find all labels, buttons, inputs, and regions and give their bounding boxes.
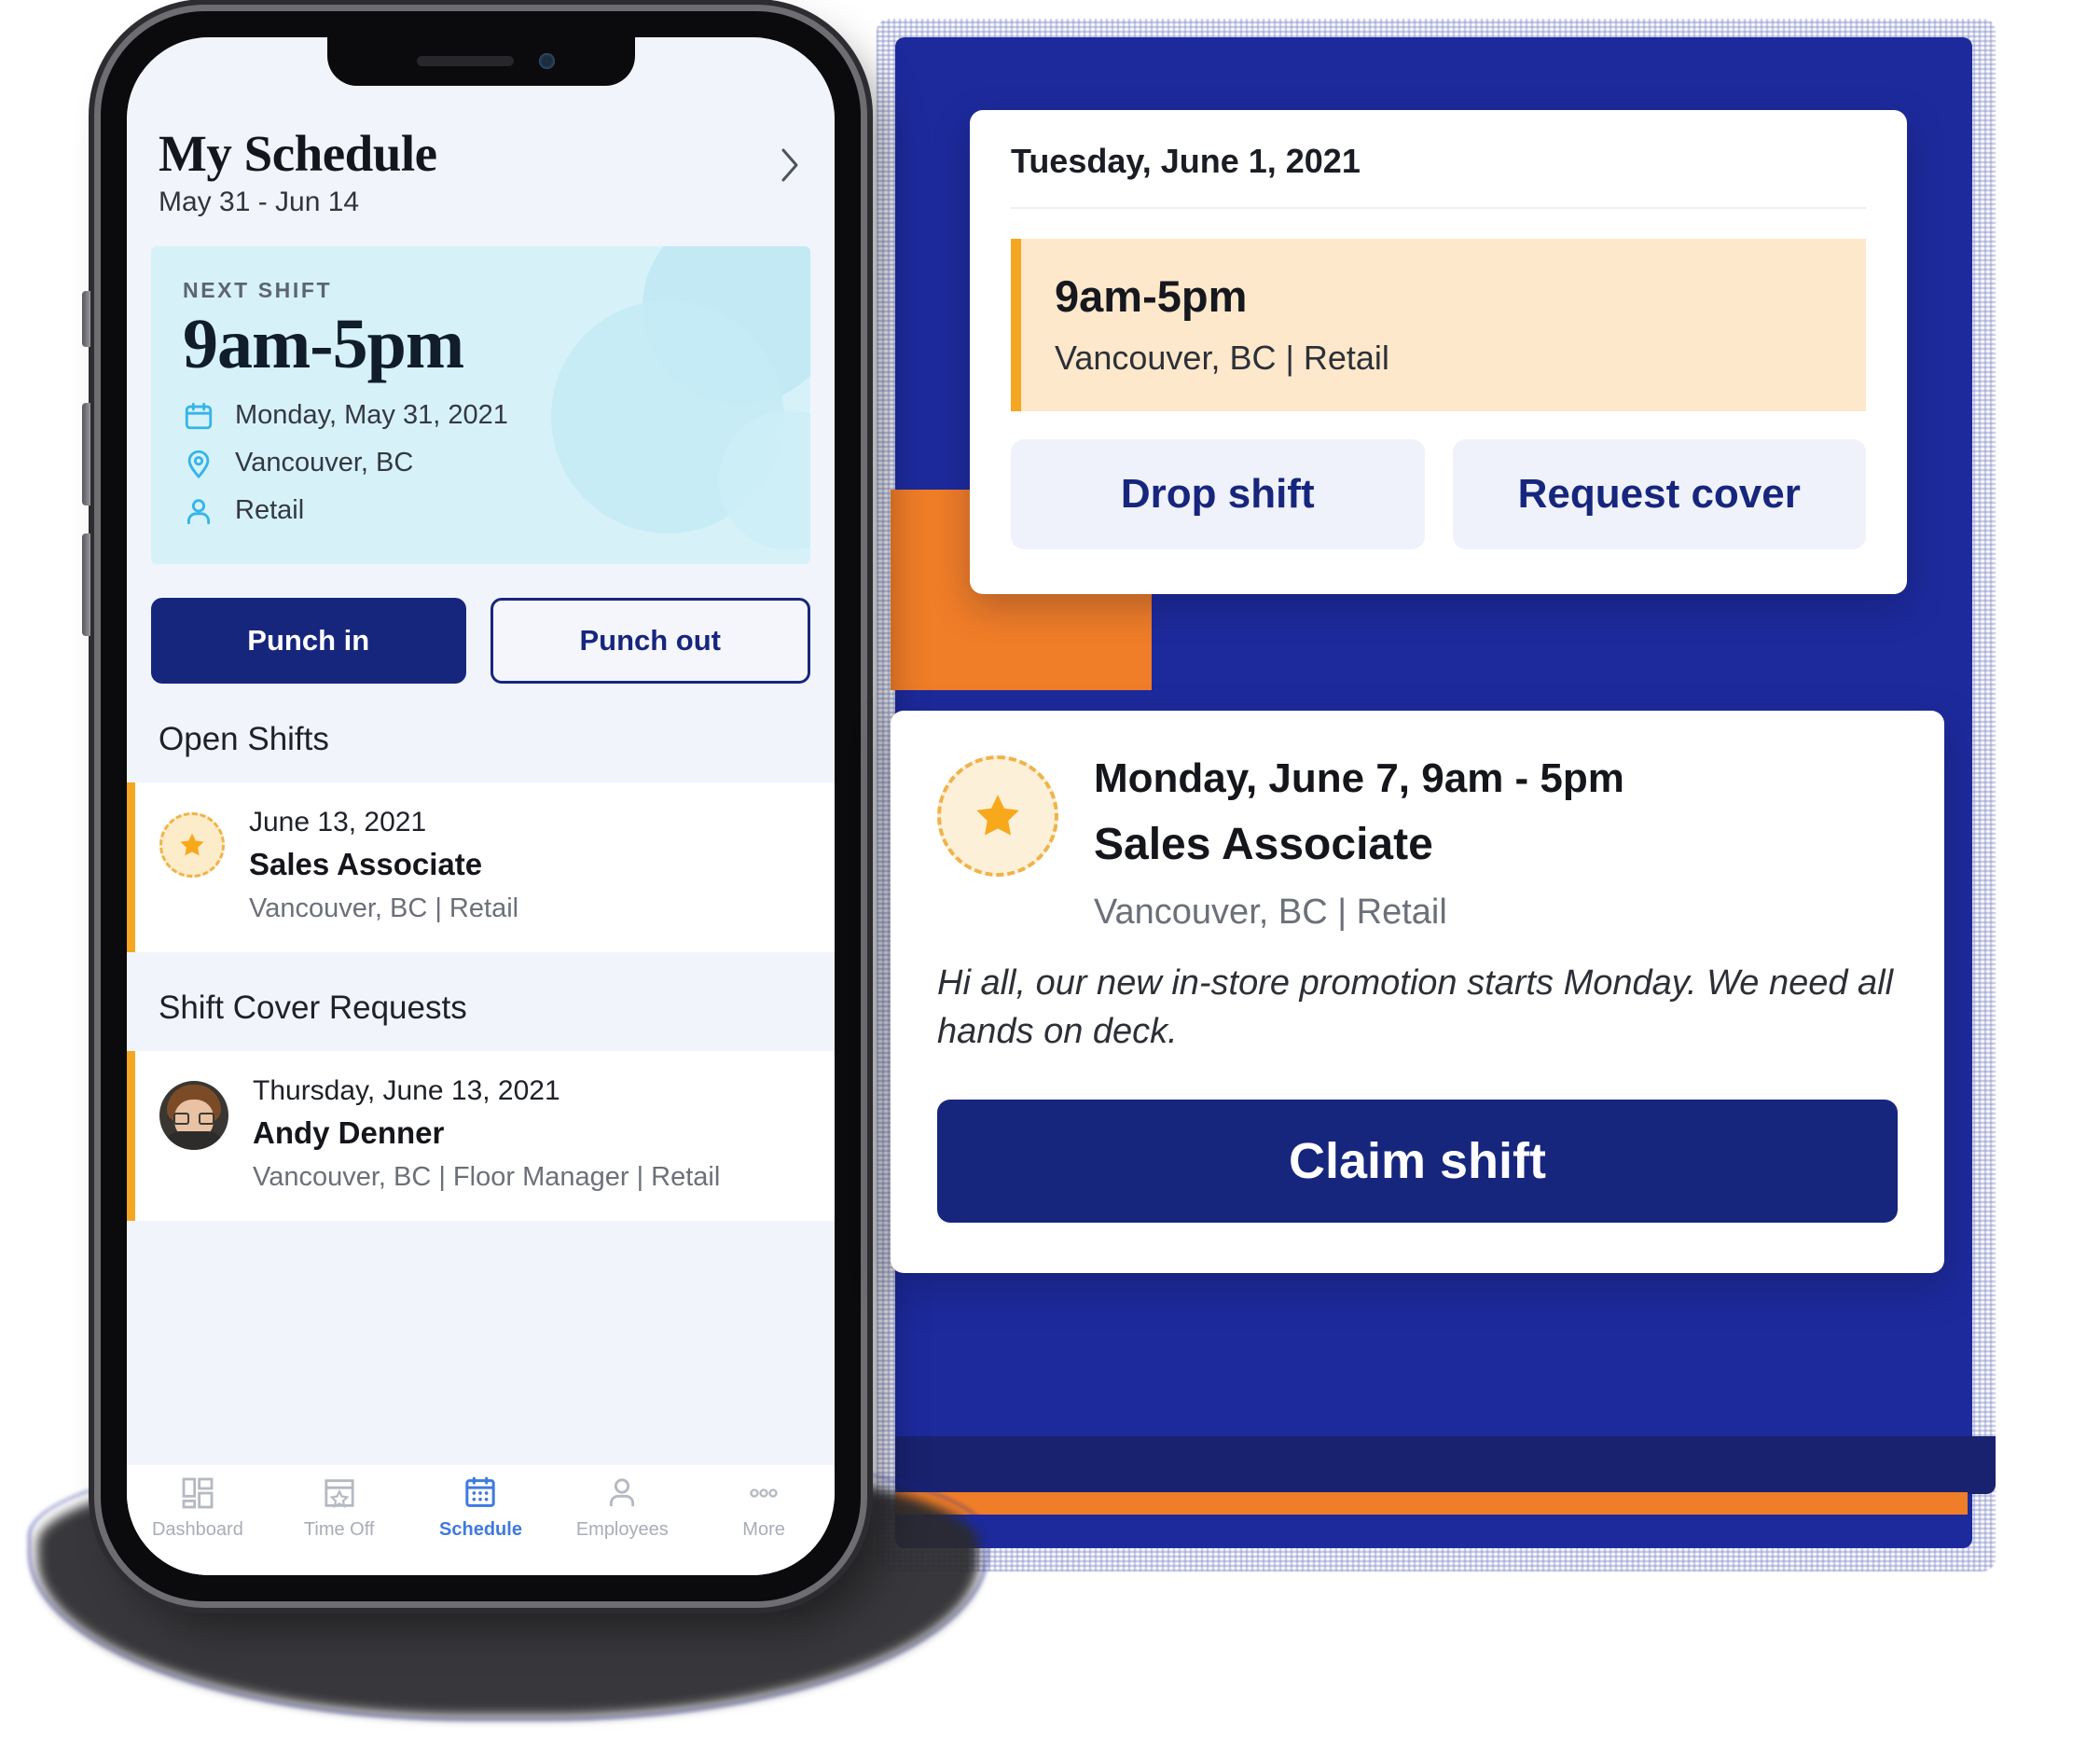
schedule-header: My Schedule May 31 - Jun 14 (127, 127, 835, 218)
calendar-dots-icon (465, 1476, 496, 1507)
star-badge-icon (937, 755, 1058, 877)
avatar-body (165, 1130, 223, 1150)
shift-detail-time: 9am-5pm (1055, 271, 1248, 321)
phone-device: My Schedule May 31 - Jun 14 NEXT SHIFT 9… (82, 11, 861, 1601)
open-shift-header: Monday, June 7, 9am - 5pm Sales Associat… (937, 755, 1898, 933)
open-shift-date: June 13, 2021 (249, 806, 427, 837)
calendar-icon (183, 400, 214, 432)
avatar-glasses (173, 1112, 214, 1125)
tab-label: Time Off (303, 1519, 375, 1540)
next-shift-date: Monday, May 31, 2021 (235, 400, 508, 431)
decor-navy-base (895, 1436, 1996, 1494)
tab-time-off[interactable]: Time Off (269, 1474, 410, 1541)
open-shift-content: June 13, 2021 Sales Associate Vancouver,… (249, 807, 835, 924)
tab-dashboard[interactable]: Dashboard (127, 1474, 269, 1541)
shift-cover-list-item[interactable]: Thursday, June 13, 2021 Andy Denner Vanc… (127, 1050, 835, 1221)
phone-volume-down-button (82, 533, 90, 636)
open-shift-detail-card: Monday, June 7, 9am - 5pm Sales Associat… (891, 711, 1944, 1273)
shift-detail-actions: Drop shift Request cover (1011, 439, 1866, 549)
open-shift-text-block: Monday, June 7, 9am - 5pm Sales Associat… (1094, 755, 1624, 933)
shift-cover-date: Thursday, June 13, 2021 (253, 1074, 560, 1106)
punch-in-button[interactable]: Punch in (151, 597, 466, 684)
drop-shift-button[interactable]: Drop shift (1011, 439, 1425, 549)
front-camera (538, 53, 555, 69)
phone-notch (326, 37, 635, 86)
earpiece-speaker (416, 56, 514, 66)
ellipsis-icon (750, 1488, 778, 1498)
tab-employees[interactable]: Employees (551, 1474, 693, 1541)
person-icon (610, 1478, 635, 1507)
open-shift-note: Hi all, our new in-store promotion start… (937, 963, 1894, 1052)
open-shifts-title: Open Shifts (159, 720, 329, 757)
tab-schedule[interactable]: Schedule (410, 1474, 552, 1541)
shift-cover-name: Andy Denner (253, 1114, 445, 1150)
open-shift-location: Vancouver, BC | Retail (1094, 893, 1447, 932)
next-shift-date-row: Monday, May 31, 2021 (183, 400, 779, 432)
open-shift-list-item[interactable]: June 13, 2021 Sales Associate Vancouver,… (127, 782, 835, 952)
calendar-star-icon (325, 1479, 354, 1508)
shift-detail-strip[interactable]: 9am-5pm Vancouver, BC | Retail (1011, 239, 1866, 411)
decor-orange-base-line (895, 1492, 1968, 1515)
next-shift-location: Vancouver, BC (235, 448, 414, 478)
date-range-label: May 31 - Jun 14 (159, 186, 360, 217)
bottom-tab-bar: Dashboard Time Off Schedule Employees Mo… (127, 1465, 835, 1575)
shift-cover-content: Thursday, June 13, 2021 Andy Denner Vanc… (253, 1075, 835, 1193)
open-shift-when: Monday, June 7, 9am - 5pm (1094, 755, 1624, 801)
app-screen-body: My Schedule May 31 - Jun 14 NEXT SHIFT 9… (127, 37, 835, 1575)
phone-volume-up-button (82, 403, 90, 505)
phone-mute-switch (82, 291, 90, 347)
person-icon (183, 495, 214, 527)
page-title: My Schedule (159, 125, 437, 182)
next-shift-time: 9am-5pm (183, 304, 464, 383)
punch-out-button[interactable]: Punch out (490, 597, 810, 684)
map-pin-icon (183, 448, 214, 479)
punch-button-row: Punch in Punch out (151, 597, 810, 684)
claim-shift-button[interactable]: Claim shift (937, 1099, 1898, 1223)
shift-cover-meta: Vancouver, BC | Floor Manager | Retail (253, 1161, 721, 1192)
open-shift-role: Sales Associate (249, 846, 483, 881)
shift-detail-date: Tuesday, June 1, 2021 (1011, 142, 1866, 209)
next-shift-card[interactable]: NEXT SHIFT 9am-5pm Monday, May 31, 2021 (151, 245, 810, 564)
tab-label: More (742, 1519, 785, 1540)
dashboard-grid-icon (182, 1477, 214, 1509)
shift-cover-requests-title: Shift Cover Requests (159, 989, 467, 1026)
open-shift-meta: Vancouver, BC | Retail (249, 893, 519, 923)
avatar (159, 1080, 228, 1150)
next-shift-label: NEXT SHIFT (183, 277, 333, 302)
next-shift-department: Retail (235, 495, 305, 526)
shift-detail-meta: Vancouver, BC | Retail (1055, 339, 1389, 377)
phone-screen: My Schedule May 31 - Jun 14 NEXT SHIFT 9… (127, 37, 835, 1575)
shift-detail-card: Tuesday, June 1, 2021 9am-5pm Vancouver,… (970, 110, 1907, 594)
next-shift-location-row: Vancouver, BC (183, 448, 779, 479)
tab-label: Employees (575, 1519, 669, 1540)
chevron-right-icon[interactable] (781, 147, 801, 187)
request-cover-button[interactable]: Request cover (1452, 439, 1866, 549)
tab-label: Schedule (439, 1519, 522, 1540)
screenshot-stage: My Schedule May 31 - Jun 14 NEXT SHIFT 9… (0, 0, 2100, 1744)
open-shift-role: Sales Associate (1094, 820, 1433, 869)
next-shift-department-row: Retail (183, 495, 779, 527)
tab-more[interactable]: More (693, 1474, 835, 1541)
tab-label: Dashboard (151, 1519, 243, 1540)
star-badge-icon (159, 811, 225, 878)
